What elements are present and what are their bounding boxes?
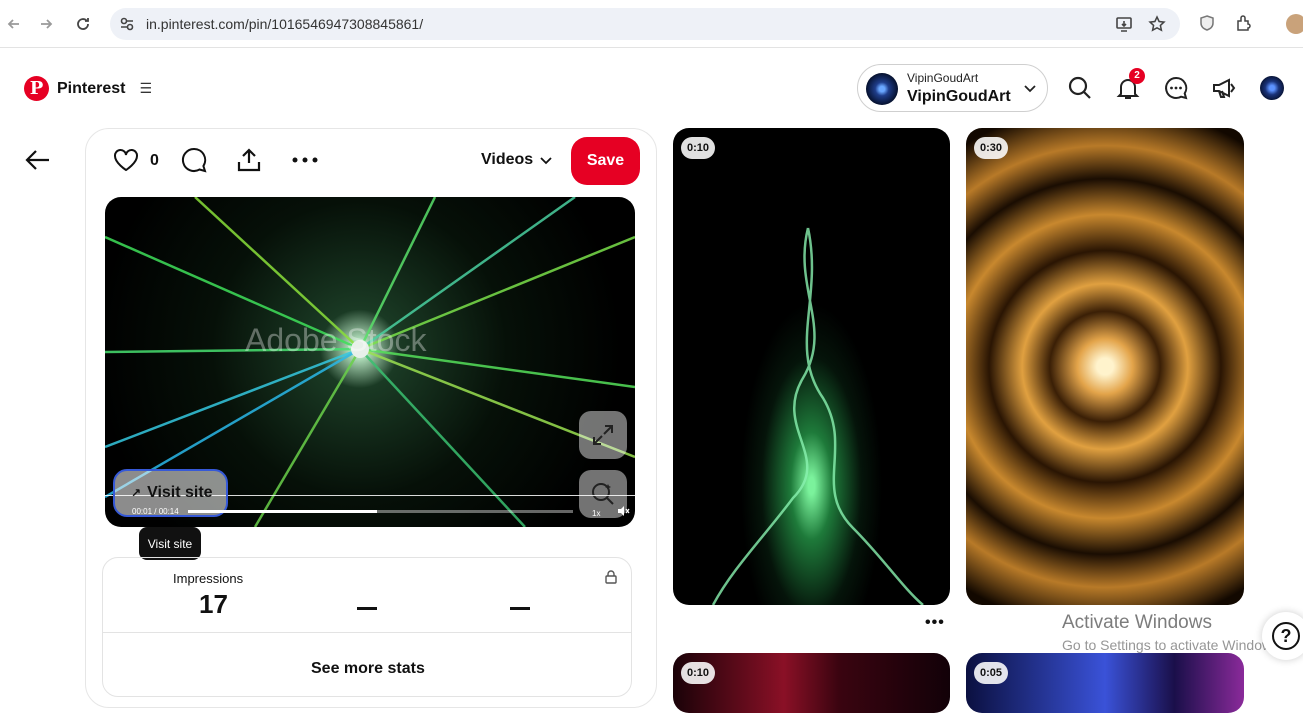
- bookmark-star-icon[interactable]: [1148, 15, 1166, 33]
- back-arrow-icon[interactable]: [24, 146, 52, 174]
- install-app-icon[interactable]: [1115, 15, 1133, 33]
- stat-placeholder-dash: [357, 607, 377, 610]
- shield-extension-icon[interactable]: [1198, 14, 1216, 32]
- duration-badge: 0:10: [681, 137, 716, 159]
- url-text[interactable]: in.pinterest.com/pin/1016546947308845861…: [146, 16, 423, 32]
- reload-icon[interactable]: [71, 12, 95, 36]
- board-dropdown-label: Videos: [481, 151, 534, 168]
- address-bar[interactable]: in.pinterest.com/pin/1016546947308845861…: [110, 8, 1180, 40]
- browser-profile-avatar[interactable]: [1286, 14, 1303, 34]
- search-icon[interactable]: [1066, 74, 1094, 102]
- messages-icon[interactable]: [1162, 74, 1190, 102]
- chevron-down-icon: [540, 157, 552, 165]
- more-options-button[interactable]: [292, 146, 318, 174]
- smoke-tree-graphic: [711, 227, 924, 605]
- comment-icon: [182, 147, 207, 173]
- extensions-puzzle-icon[interactable]: [1235, 14, 1253, 32]
- video-watermark: Adobe Stock: [245, 322, 427, 358]
- account-username: VipinGoudArt: [907, 71, 979, 85]
- account-switcher[interactable]: VipinGoudArt VipinGoudArt: [857, 64, 1048, 112]
- browser-toolbar: in.pinterest.com/pin/1016546947308845861…: [0, 0, 1303, 48]
- duration-badge: 0:05: [974, 662, 1009, 684]
- pinterest-logo[interactable]: P Pinterest ☰: [24, 76, 152, 101]
- video-time: 00:01 / 00:14: [132, 507, 179, 516]
- board-dropdown[interactable]: Videos: [481, 151, 553, 169]
- heart-icon: [114, 149, 138, 172]
- updates-megaphone-icon[interactable]: [1210, 74, 1238, 102]
- stat-placeholder-dash: [510, 607, 530, 610]
- related-pin-tile[interactable]: 0:30: [966, 128, 1244, 605]
- comment-button[interactable]: [181, 146, 207, 174]
- logo-text: Pinterest: [57, 79, 126, 97]
- ellipsis-icon: [292, 157, 318, 163]
- pinterest-logo-icon: P: [24, 76, 49, 101]
- like-count: 0: [150, 152, 159, 169]
- lock-icon: [605, 570, 617, 584]
- help-icon: ?: [1272, 622, 1300, 650]
- playback-speed[interactable]: 1x: [592, 509, 600, 518]
- video-progress-fill: [188, 510, 377, 513]
- fullscreen-button[interactable]: [579, 411, 627, 459]
- forward-nav-icon[interactable]: [34, 12, 58, 36]
- impressions-label: Impressions: [173, 571, 244, 586]
- muted-speaker-icon[interactable]: [616, 504, 630, 518]
- expand-icon: [593, 425, 613, 445]
- save-button[interactable]: Save: [571, 137, 640, 185]
- visit-site-tooltip: Visit site: [139, 527, 201, 560]
- chevron-down-icon: [1024, 85, 1036, 93]
- share-icon: [237, 148, 261, 172]
- duration-badge: 0:10: [681, 662, 716, 684]
- profile-avatar[interactable]: [1260, 76, 1284, 100]
- account-avatar: [866, 73, 898, 105]
- account-display-name: VipinGoudArt: [907, 88, 1011, 105]
- notifications-badge: 2: [1129, 68, 1145, 84]
- visit-site-label: Visit site: [147, 484, 213, 501]
- menu-icon[interactable]: ☰: [139, 80, 152, 97]
- external-link-icon: ↗: [131, 486, 142, 500]
- windows-activation-subtitle: Go to Settings to activate Windows.: [1062, 637, 1283, 653]
- pin-more-options[interactable]: •••: [925, 614, 945, 632]
- like-button[interactable]: [113, 146, 139, 174]
- related-pin-tile[interactable]: 0:05: [966, 653, 1244, 713]
- visual-search-icon: [592, 483, 614, 505]
- related-pin-tile[interactable]: 0:10: [673, 653, 950, 713]
- impressions-value: 17: [199, 589, 228, 619]
- back-nav-icon[interactable]: [2, 12, 26, 36]
- see-more-stats-link[interactable]: See more stats: [311, 660, 425, 678]
- windows-activation-title: Activate Windows: [1062, 612, 1212, 633]
- video-progress-bar[interactable]: [188, 510, 573, 513]
- related-pin-tile[interactable]: 0:10: [673, 128, 950, 605]
- stats-divider: [103, 632, 631, 633]
- site-settings-icon[interactable]: [118, 15, 136, 33]
- help-button[interactable]: ?: [1262, 612, 1303, 660]
- share-button[interactable]: [236, 146, 262, 174]
- duration-badge: 0:30: [974, 137, 1009, 159]
